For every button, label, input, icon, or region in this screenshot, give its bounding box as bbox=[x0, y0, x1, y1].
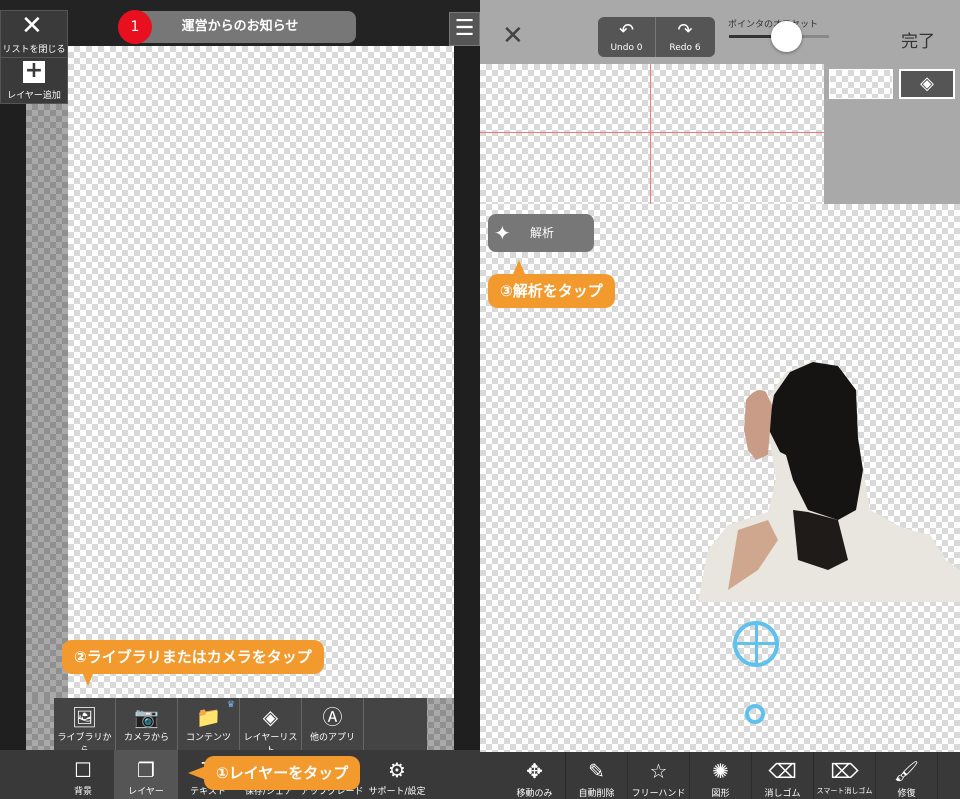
tool-repair[interactable]: 🖌 修復 bbox=[876, 752, 938, 799]
brush-icon: 🖌 bbox=[893, 759, 920, 783]
tool-label: スマート消しゴム bbox=[816, 787, 873, 795]
menu-item-label: カメラから bbox=[123, 733, 169, 743]
smart-eraser-icon: ⌦ bbox=[830, 759, 859, 783]
offset-slider-thumb[interactable] bbox=[771, 21, 802, 52]
tool-label: 消しゴム bbox=[764, 789, 801, 799]
menu-item-library[interactable]: 🖼 ライブラリから bbox=[54, 698, 116, 756]
callout-library-camera: ②ライブラリまたはカメラをタップ bbox=[62, 640, 324, 674]
callout-layer: ①レイヤーをタップ bbox=[204, 756, 361, 790]
right-top-bar bbox=[480, 0, 960, 64]
layers-icon[interactable]: ◈ bbox=[899, 69, 955, 99]
tool-label: 自動削除 bbox=[578, 789, 615, 799]
tool-label: 図形 bbox=[711, 789, 730, 799]
add-layer-label: レイヤー追加 bbox=[7, 91, 61, 101]
star-outline-icon: ☆ bbox=[649, 759, 668, 783]
tool-move-only[interactable]: ✥ 移動のみ bbox=[504, 752, 566, 799]
tab-support-settings[interactable]: ⚙ サポート/設定 bbox=[366, 750, 428, 799]
notice-badge: 1 bbox=[118, 10, 152, 44]
callout-pointer bbox=[82, 672, 94, 686]
left-pane: ✕ リストを閉じる + レイヤー追加 運営からのお知らせ 1 ☰ 🖼 ライブラリ… bbox=[0, 0, 480, 799]
tab-label: レイヤー bbox=[128, 787, 164, 797]
menu-item-camera[interactable]: 📷 カメラから bbox=[116, 698, 178, 750]
callout-pointer bbox=[513, 260, 525, 274]
layer-panel: ◈ bbox=[824, 64, 960, 204]
tool-shape[interactable]: ✺ 図形 bbox=[690, 752, 752, 799]
menu-item-contents[interactable]: 📁 コンテンツ ♛ bbox=[178, 698, 240, 750]
tool-auto-delete[interactable]: ✎ 自動削除 bbox=[566, 752, 628, 799]
layer-icon: ❐ bbox=[137, 758, 155, 782]
layer-thumbnail[interactable] bbox=[829, 69, 893, 99]
tool-smart-eraser[interactable]: ⌦ スマート消しゴム bbox=[814, 752, 876, 799]
pointer-dot-icon[interactable] bbox=[745, 704, 765, 724]
undo-button[interactable]: ↶ Undo 0 bbox=[598, 17, 656, 57]
menu-item-label: 他のアプリ bbox=[309, 733, 355, 743]
image-icon: 🖼 bbox=[71, 705, 98, 729]
redo-icon: ↷ bbox=[677, 20, 693, 41]
gear-icon: ⚙ bbox=[388, 758, 406, 782]
tool-label: 修復 bbox=[897, 789, 916, 799]
square-icon: ☐ bbox=[74, 758, 92, 782]
guide-line-vertical bbox=[650, 64, 651, 204]
plus-icon: + bbox=[23, 58, 45, 83]
tab-label: サポート/設定 bbox=[368, 787, 426, 797]
close-icon: ✕ bbox=[21, 11, 43, 41]
right-pane: ✕ ↶ Undo 0 ↷ Redo 6 ポインタのオフセット 完了 ◈ ✦ 解析… bbox=[480, 0, 960, 799]
move-icon: ✥ bbox=[526, 759, 543, 783]
tool-label: フリーハンド bbox=[631, 789, 686, 799]
tab-label: 背景 bbox=[73, 787, 92, 797]
shape-icon: ✺ bbox=[712, 759, 729, 783]
crosshair-line bbox=[755, 621, 758, 667]
done-button[interactable]: 完了 bbox=[901, 27, 935, 52]
eyedropper-icon: ✎ bbox=[588, 759, 605, 783]
tab-background[interactable]: ☐ 背景 bbox=[52, 750, 114, 799]
hamburger-menu-icon[interactable]: ☰ bbox=[449, 12, 480, 46]
callout-pointer bbox=[188, 766, 206, 780]
right-margin bbox=[454, 46, 480, 698]
menu-item-other-apps[interactable]: Ⓐ 他のアプリ bbox=[302, 698, 364, 750]
subject-photo bbox=[698, 362, 960, 602]
undo-redo-group: ↶ Undo 0 ↷ Redo 6 bbox=[598, 17, 715, 57]
close-list-button[interactable]: ✕ リストを閉じる bbox=[0, 10, 68, 58]
preview-area bbox=[480, 64, 824, 204]
app-store-icon: Ⓐ bbox=[322, 705, 343, 729]
tool-eraser[interactable]: ⌫ 消しゴム bbox=[752, 752, 814, 799]
tool-toolbar: ✥ 移動のみ ✎ 自動削除 ☆ フリーハンド ✺ 図形 ⌫ 消しゴム ⌦ スマー… bbox=[480, 752, 960, 799]
tool-freehand[interactable]: ☆ フリーハンド bbox=[628, 752, 690, 799]
menu-item-layer-list[interactable]: ◈ レイヤーリスト bbox=[240, 698, 302, 756]
add-layer-button[interactable]: + レイヤー追加 bbox=[0, 58, 68, 104]
tab-layer[interactable]: ❐ レイヤー bbox=[114, 750, 178, 799]
sparkle-icon: ✦ bbox=[494, 221, 511, 245]
callout-analyze: ③解析をタップ bbox=[488, 274, 615, 308]
analyze-label: 解析 bbox=[530, 226, 555, 240]
crown-icon: ♛ bbox=[226, 700, 235, 710]
redo-button[interactable]: ↷ Redo 6 bbox=[656, 17, 714, 57]
analyze-button[interactable]: ✦ 解析 bbox=[488, 214, 594, 252]
add-layer-menu: 🖼 ライブラリから 📷 カメラから 📁 コンテンツ ♛ ◈ レイヤーリスト Ⓐ … bbox=[54, 698, 427, 756]
eraser-icon: ⌫ bbox=[768, 759, 797, 783]
layers-icon: ◈ bbox=[262, 705, 279, 729]
close-list-label: リストを閉じる bbox=[2, 45, 66, 55]
redo-label: Redo 6 bbox=[669, 43, 701, 53]
notice-banner[interactable]: 運営からのお知らせ bbox=[124, 11, 356, 43]
tool-label: 移動のみ bbox=[516, 789, 553, 799]
editor-canvas[interactable] bbox=[68, 46, 454, 698]
close-icon[interactable]: ✕ bbox=[502, 23, 526, 49]
layer-list-strip bbox=[26, 104, 68, 698]
undo-icon: ↶ bbox=[618, 20, 635, 41]
menu-item-label: コンテンツ bbox=[185, 733, 231, 743]
camera-icon: 📷 bbox=[134, 705, 159, 729]
undo-label: Undo 0 bbox=[610, 43, 643, 53]
guide-line-horizontal bbox=[480, 132, 824, 133]
